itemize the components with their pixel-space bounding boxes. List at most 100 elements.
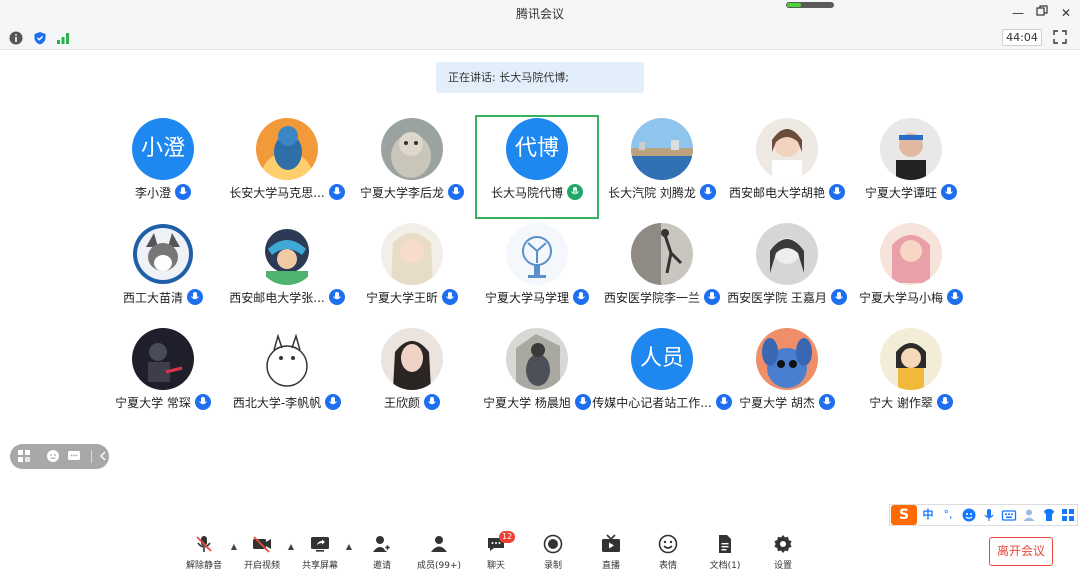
bottom-toolbar: 解除静音 ▲ 开启视频 ▲ 共享屏幕 ▲ 邀请 成员(99+) 12 聊天 录制…	[0, 528, 1080, 576]
mic-speaking-icon	[567, 184, 583, 200]
mic-icon	[194, 394, 211, 410]
avatar	[631, 118, 693, 180]
chat-icon[interactable]	[67, 449, 81, 463]
chat-unread-badge: 12	[499, 531, 516, 543]
mic-icon	[424, 394, 440, 410]
handle-fill	[787, 3, 801, 7]
participant-tile[interactable]: 代博 长大马院代博	[475, 115, 599, 219]
participant-tile[interactable]: 西安邮电大学胡艳	[725, 115, 849, 219]
participant-name-row: 宁大 谢作翠	[837, 393, 985, 411]
participant-name: 西安邮电大学胡艳	[728, 185, 825, 200]
meeting-handle[interactable]	[786, 2, 834, 8]
sogou-logo[interactable]: S	[891, 505, 917, 525]
participant-name: 王欣颜	[383, 395, 420, 410]
record-icon	[543, 534, 563, 554]
participant-name: 长大汽院 刘腾龙	[608, 185, 696, 200]
participant-tile[interactable]: 宁夏大学马学理	[475, 220, 599, 324]
video-off-icon	[253, 536, 271, 553]
participant-name: 西安邮电大学张...	[229, 290, 325, 305]
fullscreen-icon[interactable]	[1052, 29, 1068, 45]
meeting-timer: 44:04	[1002, 29, 1042, 46]
participant-tile[interactable]: 宁夏大学 杨晨旭	[475, 325, 599, 429]
divider	[91, 450, 92, 463]
participant-tile[interactable]: 小澄 李小澄	[101, 115, 225, 219]
restore-icon[interactable]	[1034, 5, 1050, 21]
participant-name: 西安医学院 王嘉月	[727, 290, 827, 305]
members-button[interactable]: 成员(99+)	[411, 532, 467, 572]
participant-tile[interactable]: 西安医学院 王嘉月	[725, 220, 849, 324]
skin-icon[interactable]	[1041, 507, 1057, 523]
collapse-icon[interactable]	[96, 449, 110, 463]
mute-button[interactable]: 解除静音	[176, 532, 232, 572]
invite-icon	[373, 536, 392, 552]
close-icon[interactable]: ✕	[1058, 5, 1074, 21]
record-button[interactable]: 录制	[525, 532, 581, 572]
emoji-icon[interactable]	[961, 507, 977, 523]
face-icon[interactable]	[46, 449, 60, 463]
participant-name: 传媒中心记者站工作...	[592, 395, 712, 410]
chat-button[interactable]: 12 聊天	[468, 531, 524, 572]
avatar	[880, 118, 942, 180]
participant-name-row: 宁夏大学谭旺	[837, 183, 985, 201]
avatar	[631, 223, 693, 285]
share-options-caret[interactable]: ▲	[344, 542, 354, 552]
smile-icon	[658, 534, 678, 554]
participant-tile[interactable]: 长安大学马克思...	[225, 115, 349, 219]
participant-tile[interactable]: 宁夏大学李后龙	[350, 115, 474, 219]
status-bar: 44:04	[0, 26, 1080, 50]
live-icon	[602, 534, 620, 552]
shield-icon[interactable]	[33, 31, 47, 45]
avatar	[381, 118, 443, 180]
participant-name: 西北大学-李帆帆	[232, 395, 322, 410]
user-icon[interactable]	[1021, 507, 1037, 523]
participant-tile[interactable]: 西安医学院李一兰	[600, 220, 724, 324]
participant-tile[interactable]: 宁夏大学马小梅	[849, 220, 973, 324]
avatar: 人员	[631, 328, 693, 390]
avatar	[132, 223, 194, 285]
participant-tile[interactable]: 西工大苗清	[101, 220, 225, 324]
avatar	[506, 328, 568, 390]
minimize-icon[interactable]: —	[1010, 5, 1026, 21]
members-icon	[431, 536, 447, 552]
participant-tile[interactable]: 长大汽院 刘腾龙	[600, 115, 724, 219]
info-icon[interactable]	[9, 31, 23, 45]
voice-icon[interactable]	[981, 507, 997, 523]
participant-tile[interactable]: 人员传媒中心记者站工作...	[592, 325, 732, 429]
window-title: 腾讯会议	[515, 7, 564, 21]
participant-tile[interactable]: 宁夏大学 胡杰	[725, 325, 849, 429]
participant-tile[interactable]: 王欣颜	[350, 325, 474, 429]
docs-button[interactable]: 文档(1)	[697, 532, 753, 572]
settings-button[interactable]: 设置	[755, 532, 811, 572]
mic-icon	[936, 394, 953, 410]
punctuation-icon[interactable]: °,	[940, 507, 956, 523]
invite-button[interactable]: 邀请	[354, 532, 410, 572]
participant-name: 宁夏大学李后龙	[359, 185, 444, 200]
reaction-button[interactable]: 表情	[640, 532, 696, 572]
share-screen-button[interactable]: 共享屏幕	[292, 532, 348, 572]
leave-meeting-button[interactable]: 离开会议	[989, 537, 1053, 566]
participant-tile[interactable]: 西北大学-李帆帆	[225, 325, 349, 429]
participant-tile[interactable]: 宁夏大学王昕	[350, 220, 474, 324]
keyboard-icon[interactable]	[1001, 507, 1017, 523]
mic-icon	[947, 289, 963, 305]
mic-icon	[442, 289, 458, 305]
participant-name: 宁夏大学马小梅	[858, 290, 943, 305]
avatar	[880, 328, 942, 390]
video-button[interactable]: 开启视频	[234, 532, 290, 572]
participant-tile[interactable]: 宁夏大学 常琛	[101, 325, 225, 429]
gear-icon	[774, 535, 792, 553]
avatar	[256, 118, 318, 180]
avatar: 代博	[506, 118, 568, 180]
avatar	[756, 223, 818, 285]
signal-icon[interactable]	[56, 31, 70, 45]
grid-view-icon[interactable]	[17, 449, 31, 463]
participant-name: 西工大苗清	[122, 290, 183, 305]
ime-mode[interactable]: 中	[920, 507, 936, 523]
speaking-banner: 正在讲话: 长大马院代博;	[436, 62, 644, 93]
participant-tile[interactable]: 西安邮电大学张...	[225, 220, 349, 324]
participant-tile[interactable]: 宁大 谢作翠	[849, 325, 973, 429]
participant-name: 李小澄	[134, 185, 171, 200]
participant-tile[interactable]: 宁夏大学谭旺	[849, 115, 973, 219]
live-button[interactable]: 直播	[583, 532, 639, 572]
menu-icon[interactable]	[1060, 507, 1076, 523]
